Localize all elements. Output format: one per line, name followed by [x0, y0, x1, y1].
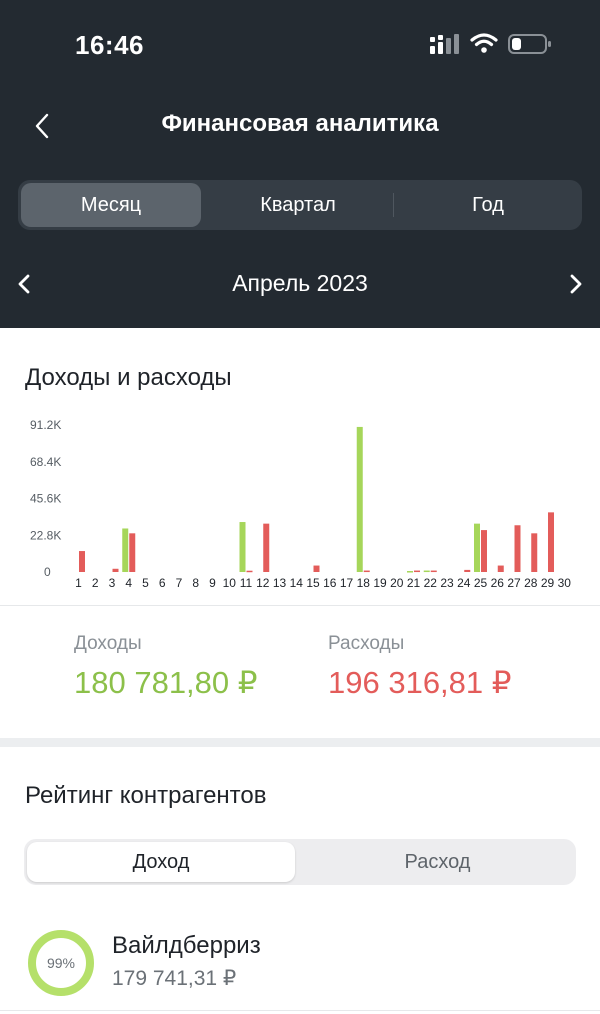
month-label: Апрель 2023 — [232, 270, 368, 296]
x-tick-label: 20 — [390, 576, 404, 590]
percent-ring: 99% — [28, 930, 94, 996]
next-month-button[interactable] — [560, 268, 592, 300]
tab-income[interactable]: Доход — [27, 842, 295, 882]
x-tick-label: 1 — [75, 576, 82, 590]
expense-bar[interactable] — [548, 512, 554, 572]
income-bar[interactable] — [122, 528, 129, 572]
x-tick-label: 17 — [340, 576, 354, 590]
expense-bar[interactable] — [129, 533, 136, 572]
x-tick-label: 3 — [109, 576, 116, 590]
expense-bar[interactable] — [531, 533, 538, 572]
y-tick-label: 91.2K — [30, 418, 61, 432]
y-tick-label: 45.6K — [30, 492, 61, 506]
x-tick-label: 9 — [209, 576, 216, 590]
expense-bar[interactable] — [481, 530, 487, 572]
income-label: Доходы — [74, 633, 142, 654]
x-tick-label: 8 — [192, 576, 199, 590]
income-bar[interactable] — [356, 426, 363, 572]
percent-label: 99% — [47, 955, 75, 971]
x-tick-label: 28 — [524, 576, 538, 590]
x-tick-label: 18 — [357, 576, 371, 590]
y-tick-label: 0 — [44, 565, 51, 579]
x-tick-label: 11 — [240, 576, 253, 590]
status-icons — [430, 32, 552, 58]
y-tick-label: 22.8K — [30, 528, 61, 542]
expense-bar[interactable] — [414, 570, 420, 573]
x-tick-label: 4 — [125, 576, 132, 590]
income-value: 180 781,80 ₽ — [74, 665, 258, 700]
x-tick-label: 27 — [507, 576, 521, 590]
x-tick-label: 14 — [290, 576, 304, 590]
x-tick-label: 21 — [407, 576, 421, 590]
counterparty-amount: 179 741,31 ₽ — [112, 967, 237, 990]
expense-bar[interactable] — [430, 570, 437, 573]
battery-icon — [508, 34, 551, 54]
x-tick-label: 23 — [440, 576, 454, 590]
x-tick-label: 7 — [176, 576, 183, 590]
expense-bar[interactable] — [263, 523, 270, 572]
counterparty-name: Вайлдберриз — [112, 932, 261, 959]
income-bar[interactable] — [474, 523, 480, 572]
month-switcher: Апрель 2023 — [0, 262, 600, 306]
x-tick-label: 19 — [373, 576, 387, 590]
x-tick-label: 13 — [273, 576, 287, 590]
signal-icon — [430, 34, 459, 54]
tab-year[interactable]: Год — [398, 183, 578, 227]
x-tick-label: 2 — [92, 576, 99, 590]
expense-bar[interactable] — [79, 551, 85, 572]
expense-bar[interactable] — [464, 569, 471, 572]
rating-section-title: Рейтинг контрагентов — [25, 782, 267, 809]
expense-bar[interactable] — [313, 565, 320, 572]
expense-bar[interactable] — [514, 525, 521, 572]
rating-segmented-control: Доход Расход — [24, 839, 576, 885]
chevron-right-icon — [570, 274, 582, 294]
y-tick-label: 68.4K — [30, 455, 61, 469]
expense-bar[interactable] — [246, 570, 253, 573]
income-expense-chart: 022.8K45.6K68.4K91.2K 1 2 3 4 5 6 7 8 9 10 11 12 13 1… — [30, 418, 572, 590]
divider — [0, 1010, 600, 1011]
chart-section-title: Доходы и расходы — [25, 364, 232, 391]
section-separator — [0, 738, 600, 747]
expense-bar[interactable] — [112, 568, 119, 572]
header-area: 16:46 Финансовая аналитика Месяц Квартал — [0, 0, 600, 328]
expense-bar[interactable] — [363, 570, 370, 573]
x-tick-label: 6 — [159, 576, 166, 590]
tab-month[interactable]: Месяц — [21, 183, 201, 227]
x-tick-label: 16 — [323, 576, 337, 590]
period-segmented-control: Месяц Квартал Год — [18, 180, 582, 230]
page-title: Финансовая аналитика — [161, 110, 439, 137]
x-tick-label: 30 — [558, 576, 572, 590]
x-tick-label: 22 — [424, 576, 438, 590]
x-tick-label: 10 — [223, 576, 237, 590]
x-tick-label: 12 — [256, 576, 270, 590]
tab-quarter[interactable]: Квартал — [208, 183, 388, 227]
x-tick-label: 29 — [541, 576, 555, 590]
x-tick-label: 25 — [474, 576, 488, 590]
income-bar[interactable] — [239, 522, 246, 572]
income-bar[interactable] — [407, 571, 413, 573]
x-tick-label: 26 — [491, 576, 505, 590]
tab-expense[interactable]: Расход — [302, 842, 573, 882]
x-tick-label: 15 — [306, 576, 320, 590]
segment-divider — [393, 193, 394, 217]
x-tick-label: 5 — [142, 576, 149, 590]
expense-value: 196 316,81 ₽ — [328, 665, 512, 700]
expense-bar[interactable] — [497, 565, 504, 572]
status-time: 16:46 — [75, 30, 144, 60]
divider — [0, 605, 600, 606]
x-tick-label: 24 — [457, 576, 471, 590]
wifi-icon — [470, 33, 498, 53]
expense-label: Расходы — [328, 633, 405, 654]
income-bar[interactable] — [423, 570, 430, 573]
